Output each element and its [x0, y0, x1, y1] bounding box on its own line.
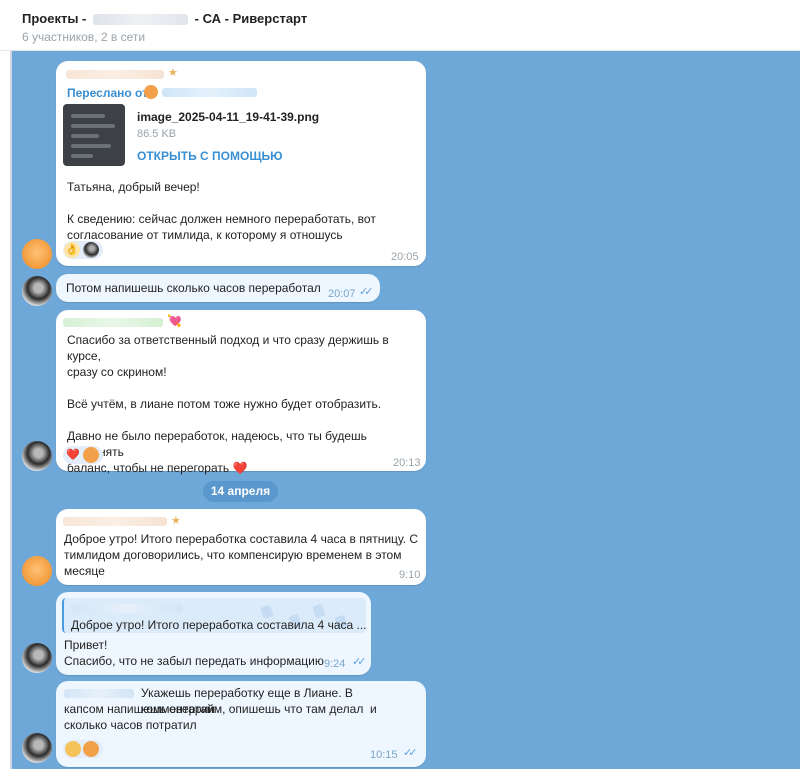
redacted-forwarded-source — [162, 88, 257, 97]
reaction-ok-hand[interactable]: 👌 — [64, 242, 80, 258]
message-text: Доброе утро! Итого переработка составила… — [64, 532, 419, 578]
read-checkmarks-icon: ✓✓ — [359, 286, 374, 298]
message-time: 20:13 — [393, 457, 421, 469]
reaction-emoji[interactable] — [65, 741, 81, 757]
sender-avatar[interactable] — [22, 239, 52, 269]
my-avatar[interactable] — [22, 733, 52, 763]
message-time: 9:24 — [324, 658, 346, 670]
star-icon: ★ — [171, 515, 181, 527]
reactor-avatar — [83, 447, 99, 463]
reactor-avatar — [83, 741, 99, 757]
message-bubble: 💘 Спасибо за ответственный подход и что … — [56, 310, 426, 475]
reaction-heart[interactable]: ❤️ — [65, 447, 81, 463]
sender-avatar[interactable] — [22, 556, 52, 586]
sender-avatar[interactable] — [22, 441, 52, 471]
file-name: image_2025-04-11_19-41-39.png — [137, 110, 320, 124]
reactions-bar[interactable]: 👌 — [63, 241, 103, 259]
reply-quote-text: Доброе утро! Итого переработка составила… — [71, 618, 366, 632]
message-bubble-outgoing: Потом напишешь сколько часов переработал… — [56, 274, 380, 302]
reactor-avatar — [83, 242, 99, 258]
my-avatar[interactable] — [22, 643, 52, 673]
star-icon: ★ — [168, 67, 178, 79]
reactions-bar[interactable] — [63, 740, 103, 758]
open-with-button[interactable]: ОТКРЫТЬ С ПОМОЩЬЮ — [137, 149, 283, 163]
message-time: 9:10 — [399, 569, 421, 581]
message-time: 20:05 — [391, 251, 419, 263]
redacted-project-name — [93, 14, 188, 26]
redacted-sender-name — [63, 318, 163, 327]
redacted-mention — [64, 689, 134, 698]
chat-title-prefix: Проекты - — [22, 11, 87, 26]
message-text: Привет! Спасибо, что не забыл передать и… — [64, 638, 324, 668]
message-bubble-forwarded: ★ Переслано от image_2025-04-11_19-41-39… — [56, 61, 426, 266]
read-checkmarks-icon: ✓✓ — [403, 747, 418, 759]
message-bubble-outgoing-reply: Доброе утро! Итого переработка составила… — [56, 592, 371, 675]
message-text: Спасибо за ответственный подход и что ср… — [67, 333, 389, 475]
message-text: Потом напишешь сколько часов переработал — [66, 281, 321, 295]
message-text: капсом напишешь овертайм, опишешь что та… — [64, 702, 377, 732]
chat-header[interactable]: Проекты - - СА - Риверстарт 6 участников… — [0, 0, 800, 51]
message-time: 10:15 — [370, 749, 398, 761]
file-size: 86.5 KB — [137, 128, 177, 140]
redacted-reply-author — [71, 604, 183, 613]
message-area[interactable]: ★ Переслано от image_2025-04-11_19-41-39… — [10, 51, 800, 769]
chat-subtitle: 6 участников, 2 в сети — [22, 30, 146, 44]
my-avatar[interactable] — [22, 276, 52, 306]
message-text: Татьяна, добрый вечер! К сведению: сейча… — [67, 180, 376, 242]
forwarded-label[interactable]: Переслано от — [67, 86, 148, 100]
chat-title: Проекты - - СА - Риверстарт — [22, 11, 307, 26]
date-separator: 14 апреля — [203, 481, 278, 502]
file-thumbnail[interactable] — [63, 104, 125, 166]
reactions-bar[interactable]: ❤️ — [63, 446, 103, 464]
redacted-sender-name — [63, 517, 167, 526]
message-bubble: ★ Доброе утро! Итого переработка состави… — [56, 509, 426, 585]
message-bubble-outgoing: Укажешь переработку еще в Лиане. В комме… — [56, 681, 426, 767]
message-time: 20:07 — [328, 288, 356, 300]
chat-title-suffix: - СА - Риверстарт — [194, 11, 308, 26]
redacted-sender-name — [66, 70, 164, 79]
reply-quote[interactable]: Доброе утро! Итого переработка составила… — [62, 598, 366, 633]
left-panel-edge — [10, 51, 12, 769]
forwarded-source-avatar — [144, 85, 158, 99]
sender-emoji-icon: 💘 — [167, 314, 182, 328]
read-checkmarks-icon: ✓✓ — [352, 656, 367, 668]
